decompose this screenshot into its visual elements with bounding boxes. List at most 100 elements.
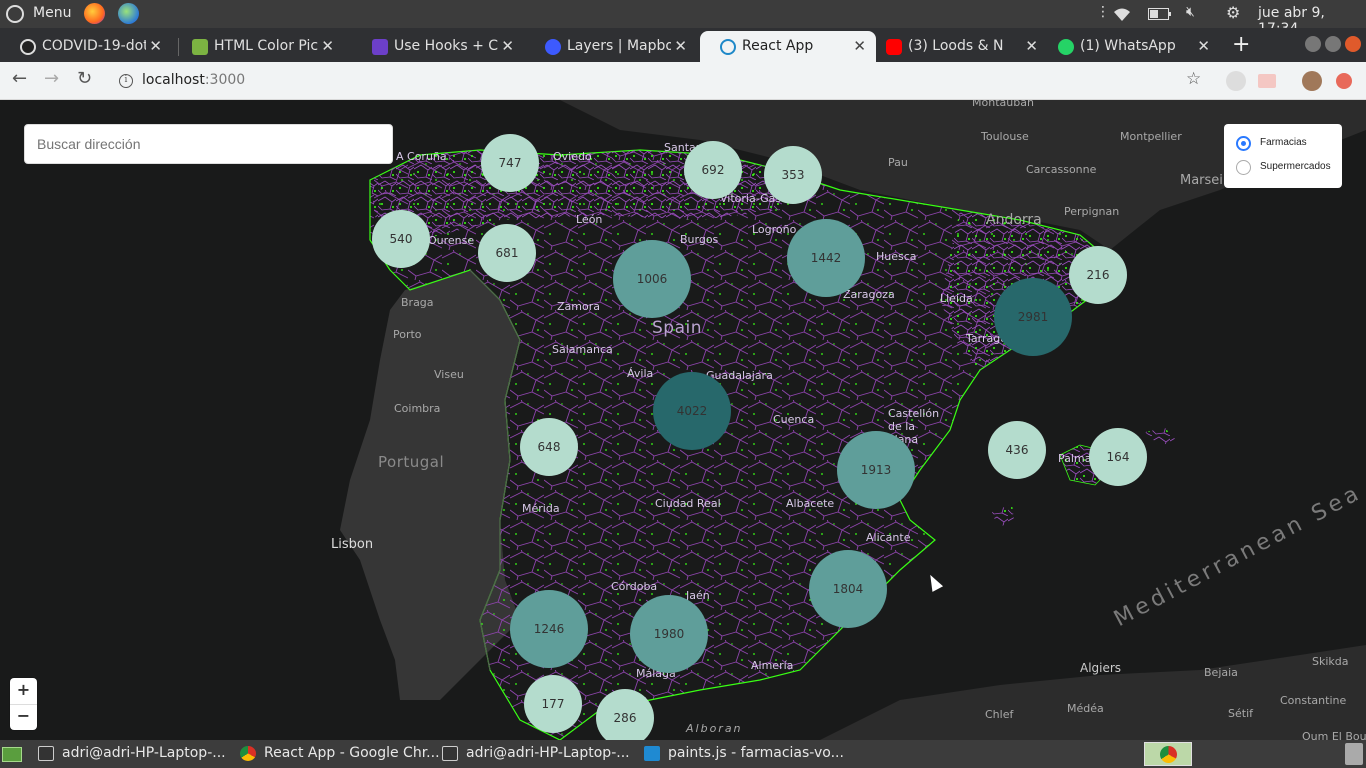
cluster-marker[interactable]: 436 [988, 421, 1046, 479]
close-tab-icon[interactable]: ✕ [321, 37, 334, 55]
city-label: Cuenca [773, 413, 815, 426]
firefox-launcher-icon[interactable] [84, 3, 105, 24]
close-tab-icon[interactable]: ✕ [1025, 37, 1038, 55]
city-label: Andorra [986, 212, 1042, 228]
cluster-marker[interactable]: 286 [596, 689, 654, 740]
url-text[interactable]: localhost:3000 [142, 72, 245, 88]
battery-icon[interactable] [1148, 8, 1172, 20]
cluster-count: 2981 [1017, 310, 1049, 324]
tab-title: HTML Color Pick [214, 38, 318, 54]
github-icon [20, 39, 36, 55]
trash-icon[interactable] [1345, 743, 1363, 765]
cluster-count: 436 [1005, 443, 1029, 457]
new-tab-button[interactable]: + [1232, 32, 1250, 57]
country-label-portugal: Portugal [378, 453, 445, 471]
zoom-in-button[interactable]: + [10, 678, 37, 704]
site-info-icon[interactable]: i [119, 74, 133, 88]
cluster-count: 747 [498, 156, 522, 170]
cluster-count: 1246 [533, 622, 565, 636]
tab-mapbox-layers[interactable]: Layers | Mapbox ✕ [525, 31, 697, 62]
country-label-spain: Spain [652, 318, 702, 338]
bookmark-star-icon[interactable]: ☆ [1186, 69, 1201, 89]
cluster-marker[interactable]: 1980 [630, 595, 708, 673]
menu-button[interactable]: Menu [33, 5, 71, 21]
city-label: Mérida [522, 502, 560, 515]
tab-title: (1) WhatsApp [1080, 38, 1176, 54]
radio-farmacias[interactable] [1236, 136, 1251, 151]
settings-gear-icon[interactable]: ⚙ [1226, 3, 1240, 22]
taskbar-item-label: adri@adri-HP-Laptop-... [466, 745, 630, 761]
maximize-window-button[interactable] [1325, 36, 1341, 52]
cluster-marker[interactable]: 1804 [809, 550, 887, 628]
cluster-marker[interactable]: 1006 [613, 240, 691, 318]
cluster-marker[interactable]: 353 [764, 146, 822, 204]
address-search-input[interactable] [24, 124, 393, 164]
taskbar-item-terminal-2[interactable]: adri@adri-HP-Laptop-... [440, 740, 630, 768]
cluster-marker[interactable]: 1913 [837, 431, 915, 509]
cluster-marker[interactable]: 216 [1069, 246, 1127, 304]
pdf-extension-icon[interactable] [1258, 74, 1276, 88]
tab-whatsapp[interactable]: (1) WhatsApp ✕ [1048, 31, 1220, 62]
cluster-marker[interactable]: 648 [520, 418, 578, 476]
reload-icon[interactable]: ↻ [77, 68, 92, 89]
system-top-panel: Menu ⋮ 🔇︎ ⚙ jue abr 9, 17:34 [0, 0, 1366, 37]
volume-muted-icon[interactable]: 🔇︎ [1186, 4, 1195, 20]
city-label: Chlef [985, 708, 1014, 721]
city-label: Toulouse [981, 130, 1029, 143]
color-picker-extension-icon[interactable] [1226, 71, 1246, 91]
ubuntu-menu-icon[interactable] [6, 5, 24, 23]
wifi-icon[interactable] [1112, 6, 1132, 22]
cluster-marker[interactable]: 177 [524, 675, 582, 733]
profile-avatar[interactable] [1302, 71, 1322, 91]
tab-react-app[interactable]: React App ✕ [700, 31, 876, 62]
cluster-marker[interactable]: 164 [1089, 428, 1147, 486]
close-tab-icon[interactable]: ✕ [853, 37, 866, 55]
taskbar-item-vscode[interactable]: paints.js - farmacias-vo... [642, 740, 844, 768]
tab-title: React App [742, 38, 814, 54]
update-icon[interactable] [1336, 73, 1352, 89]
cluster-marker[interactable]: 681 [478, 224, 536, 282]
show-desktop-icon[interactable] [2, 747, 22, 762]
close-tab-icon[interactable]: ✕ [501, 37, 514, 55]
city-label: Lleida [940, 292, 973, 305]
city-label: Almería [751, 659, 794, 672]
close-window-button[interactable] [1345, 36, 1361, 52]
zoom-out-button[interactable]: − [10, 704, 37, 730]
workspace-switcher[interactable] [1144, 742, 1192, 766]
forward-arrow-icon[interactable]: → [44, 68, 59, 89]
tab-title: CODVID-19-dot [42, 38, 146, 54]
back-arrow-icon[interactable]: ← [12, 68, 27, 89]
close-tab-icon[interactable]: ✕ [1197, 37, 1210, 55]
taskbar-item-terminal-1[interactable]: adri@adri-HP-Laptop-... [36, 740, 226, 768]
cluster-marker[interactable]: 2981 [994, 278, 1072, 356]
city-label: Huesca [876, 250, 917, 263]
close-tab-icon[interactable]: ✕ [674, 37, 687, 55]
cluster-count: 540 [389, 232, 413, 246]
cluster-marker[interactable]: 4022 [653, 372, 731, 450]
cluster-marker[interactable]: 1442 [787, 219, 865, 297]
tab-codvid[interactable]: CODVID-19-dot ✕ [0, 31, 172, 62]
url-port: :3000 [204, 72, 246, 88]
city-label: Ávila [627, 367, 654, 380]
minimize-window-button[interactable] [1305, 36, 1321, 52]
cluster-marker[interactable]: 540 [372, 210, 430, 268]
tab-title: Use Hooks + Co [394, 38, 498, 54]
taskbar-item-chrome[interactable]: React App - Google Chr... [238, 740, 440, 768]
radio-supermercados[interactable] [1236, 160, 1251, 175]
usehooks-icon [372, 39, 388, 55]
cluster-marker[interactable]: 1246 [510, 590, 588, 668]
layer-option-label: Supermercados [1260, 161, 1331, 172]
tab-html-color-picker[interactable]: HTML Color Pick ✕ [172, 31, 344, 62]
city-label: Albacete [786, 497, 835, 510]
menorca [1145, 428, 1176, 446]
cluster-marker[interactable]: 747 [481, 134, 539, 192]
browser-launcher-icon[interactable] [118, 3, 139, 24]
close-tab-icon[interactable]: ✕ [149, 37, 162, 55]
tab-youtube[interactable]: (3) Loods & N ✕ [876, 31, 1048, 62]
address-bar[interactable]: i localhost:3000 [108, 66, 1218, 96]
cluster-count: 1442 [810, 251, 842, 265]
cluster-marker[interactable]: 692 [684, 141, 742, 199]
map-canvas[interactable]: Montauban Toulouse Montpellier Pau Carca… [0, 100, 1366, 740]
tab-usehooks[interactable]: Use Hooks + Co ✕ [352, 31, 524, 62]
north-africa-landmass [820, 645, 1366, 740]
